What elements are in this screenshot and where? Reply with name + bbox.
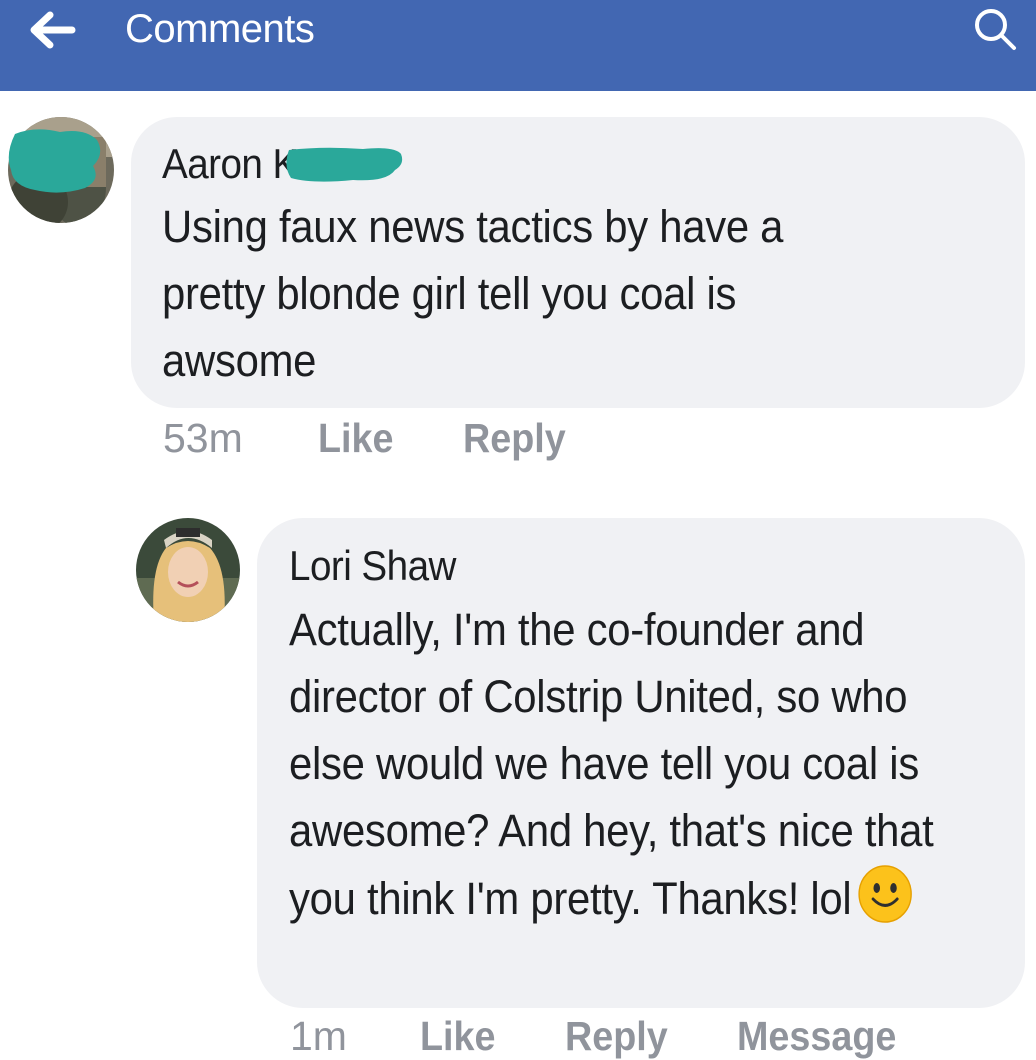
avatar-redaction xyxy=(8,129,101,193)
comment-author[interactable]: Aaron K xyxy=(162,140,298,188)
search-button[interactable] xyxy=(972,6,1018,52)
reply-button[interactable]: Reply xyxy=(463,414,566,462)
comment-author[interactable]: Lori Shaw xyxy=(289,542,456,590)
reply-button[interactable]: Reply xyxy=(565,1012,668,1060)
arrow-left-icon xyxy=(30,11,76,49)
like-button[interactable]: Like xyxy=(420,1012,495,1060)
avatar[interactable] xyxy=(136,518,240,622)
name-redaction xyxy=(286,147,403,182)
back-button[interactable] xyxy=(26,10,78,50)
message-button[interactable]: Message xyxy=(737,1012,896,1060)
comment-text-content: Actually, I'm the co-founder and directo… xyxy=(289,604,934,924)
page-title: Comments xyxy=(125,7,315,51)
comment-timestamp: 1m xyxy=(290,1013,347,1059)
search-icon xyxy=(975,9,1016,50)
comment-text: Using faux news tactics by have a pretty… xyxy=(162,201,784,386)
like-button[interactable]: Like xyxy=(318,414,393,462)
comment-text: Actually, I'm the co-founder and directo… xyxy=(289,596,959,932)
slightly-smiling-face-icon xyxy=(858,865,912,923)
app-header: Comments xyxy=(0,0,1036,91)
comment-timestamp: 53m xyxy=(163,415,243,461)
